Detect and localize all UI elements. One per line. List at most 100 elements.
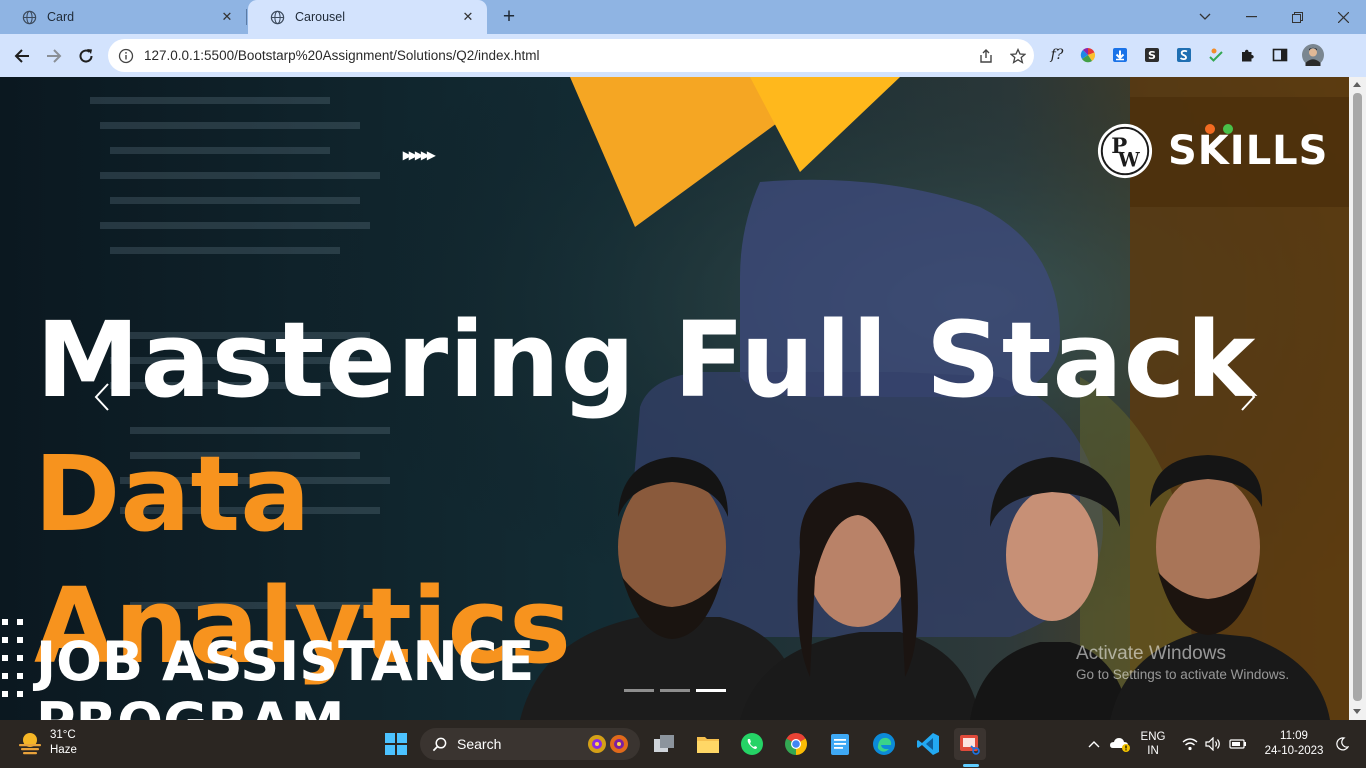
- taskbar-snipping-tool[interactable]: [954, 728, 986, 760]
- clock-time: 11:09: [1280, 730, 1308, 742]
- taskbar-chrome[interactable]: [780, 728, 812, 760]
- taskbar-search-box[interactable]: Search: [420, 728, 640, 760]
- task-view-icon: [654, 735, 674, 752]
- globe-icon: [270, 10, 285, 24]
- scrollbar-thumb[interactable]: [1353, 93, 1362, 701]
- battery-charging-icon: [1229, 739, 1246, 749]
- page-scrollbar[interactable]: [1349, 77, 1366, 720]
- close-tab-icon[interactable]: ✕: [218, 8, 236, 26]
- svg-text:S: S: [1148, 49, 1156, 62]
- active-app-indicator: [963, 764, 979, 767]
- carousel-indicator-1[interactable]: [624, 689, 654, 692]
- taskbar-whatsapp[interactable]: [736, 728, 768, 760]
- chevron-left-icon: [94, 383, 109, 411]
- search-icon: [432, 737, 447, 751]
- logo-text: SKILLS: [1168, 128, 1329, 174]
- tab-carousel[interactable]: Carousel ✕: [248, 0, 487, 34]
- share-icon[interactable]: [970, 48, 1002, 64]
- minimize-button[interactable]: [1228, 0, 1274, 34]
- puzzle-extensions-icon[interactable]: [1237, 44, 1259, 66]
- cloud-warning-icon: [1110, 738, 1130, 752]
- carousel-indicators: [624, 689, 726, 692]
- weather-description: Haze: [50, 744, 77, 756]
- carousel-next-button[interactable]: [1228, 377, 1268, 417]
- logo-dots: [1205, 124, 1233, 134]
- vscode-icon: [917, 733, 939, 755]
- volume-tray-icon[interactable]: [1203, 720, 1223, 768]
- close-window-button[interactable]: [1320, 0, 1366, 34]
- notepad-icon: [831, 734, 849, 755]
- speaker-icon: [1205, 737, 1220, 751]
- taskbar-notepad[interactable]: [824, 728, 856, 760]
- decorative-arrows: ▸▸▸▸▸: [403, 147, 435, 164]
- bookmark-star-icon[interactable]: [1002, 47, 1034, 64]
- haze-sun-icon: [19, 733, 41, 755]
- language-indicator[interactable]: ENG IN: [1136, 720, 1170, 768]
- onedrive-tray-icon[interactable]: [1108, 720, 1132, 768]
- headline-line-4: JOB ASSISTANCE: [36, 630, 535, 693]
- search-highlight-icon: [588, 735, 628, 753]
- scroll-up-arrow-icon[interactable]: [1353, 82, 1361, 87]
- system-clock[interactable]: 11:09 24-10-2023: [1258, 729, 1330, 759]
- whatsapp-icon: [741, 733, 763, 755]
- taskbar-vscode[interactable]: [912, 728, 944, 760]
- color-picker-extension-icon[interactable]: [1077, 44, 1099, 66]
- notification-button[interactable]: [1332, 720, 1352, 768]
- site-info-icon[interactable]: [108, 48, 144, 64]
- region-code: IN: [1147, 745, 1159, 757]
- restore-button[interactable]: [1274, 0, 1320, 34]
- browser-toolbar: 127.0.0.1:5500/Bootstarp%20Assignment/So…: [0, 34, 1366, 77]
- scroll-down-arrow-icon[interactable]: [1353, 709, 1361, 714]
- weather-temperature: 31°C: [50, 729, 76, 741]
- stack-extension-icon[interactable]: [1173, 44, 1195, 66]
- edge-icon: [873, 733, 895, 755]
- taskbar-edge[interactable]: [868, 728, 900, 760]
- show-hidden-icons-button[interactable]: [1084, 720, 1104, 768]
- folder-icon: [697, 737, 719, 753]
- wifi-icon: [1182, 738, 1198, 751]
- wifi-tray-icon[interactable]: [1180, 720, 1200, 768]
- forward-button[interactable]: [40, 42, 68, 70]
- chrome-icon: [785, 733, 807, 755]
- tab-title: Card: [47, 10, 75, 24]
- reload-button[interactable]: [72, 42, 100, 70]
- watermark-subtitle: Go to Settings to activate Windows.: [1076, 667, 1290, 682]
- download-extension-icon[interactable]: [1109, 44, 1131, 66]
- chevron-up-icon: [1088, 741, 1100, 748]
- s-extension-icon[interactable]: S: [1141, 44, 1163, 66]
- new-tab-button[interactable]: +: [497, 5, 521, 29]
- profile-avatar[interactable]: [1302, 44, 1324, 66]
- battery-tray-icon[interactable]: [1227, 720, 1249, 768]
- activate-windows-watermark: Activate Windows Go to Settings to activ…: [1076, 643, 1289, 682]
- headline-line-2: Data: [34, 433, 311, 555]
- tab-divider: [246, 9, 247, 25]
- start-button[interactable]: [380, 728, 412, 760]
- svg-text:W: W: [1117, 148, 1140, 171]
- carousel-prev-button[interactable]: [82, 377, 122, 417]
- task-view-button[interactable]: [648, 728, 680, 760]
- pw-skills-logo: P W SKILLS: [1096, 122, 1328, 180]
- moon-icon: [1336, 737, 1349, 751]
- taskbar-file-explorer[interactable]: [692, 728, 724, 760]
- side-panel-icon[interactable]: [1269, 44, 1291, 66]
- address-bar[interactable]: 127.0.0.1:5500/Bootstarp%20Assignment/So…: [108, 39, 1034, 72]
- watermark-title: Activate Windows: [1076, 643, 1226, 664]
- globe-icon: [22, 10, 37, 24]
- tab-strip: Card ✕ Carousel ✕ +: [0, 0, 1366, 34]
- tab-card[interactable]: Card ✕: [0, 0, 246, 34]
- windows-taskbar: 31°C Haze Search ENG IN 11:09 24-10-2023: [0, 720, 1366, 768]
- snipping-tool-icon: [960, 735, 980, 755]
- grammar-extension-icon[interactable]: [1205, 44, 1227, 66]
- headline-line-5: PROGRAM: [36, 691, 345, 720]
- formula-extension-icon[interactable]: f?: [1046, 44, 1068, 66]
- language-code: ENG: [1140, 731, 1166, 743]
- weather-widget[interactable]: 31°C Haze: [16, 728, 77, 758]
- tab-title: Carousel: [295, 10, 346, 24]
- back-button[interactable]: [8, 42, 36, 70]
- url-text[interactable]: 127.0.0.1:5500/Bootstarp%20Assignment/So…: [144, 48, 970, 63]
- close-tab-icon[interactable]: ✕: [459, 8, 477, 26]
- carousel-indicator-2[interactable]: [660, 689, 690, 692]
- carousel-indicator-3[interactable]: [696, 689, 726, 692]
- tab-search-icon[interactable]: [1182, 0, 1228, 34]
- pw-logo-icon: P W: [1097, 123, 1153, 179]
